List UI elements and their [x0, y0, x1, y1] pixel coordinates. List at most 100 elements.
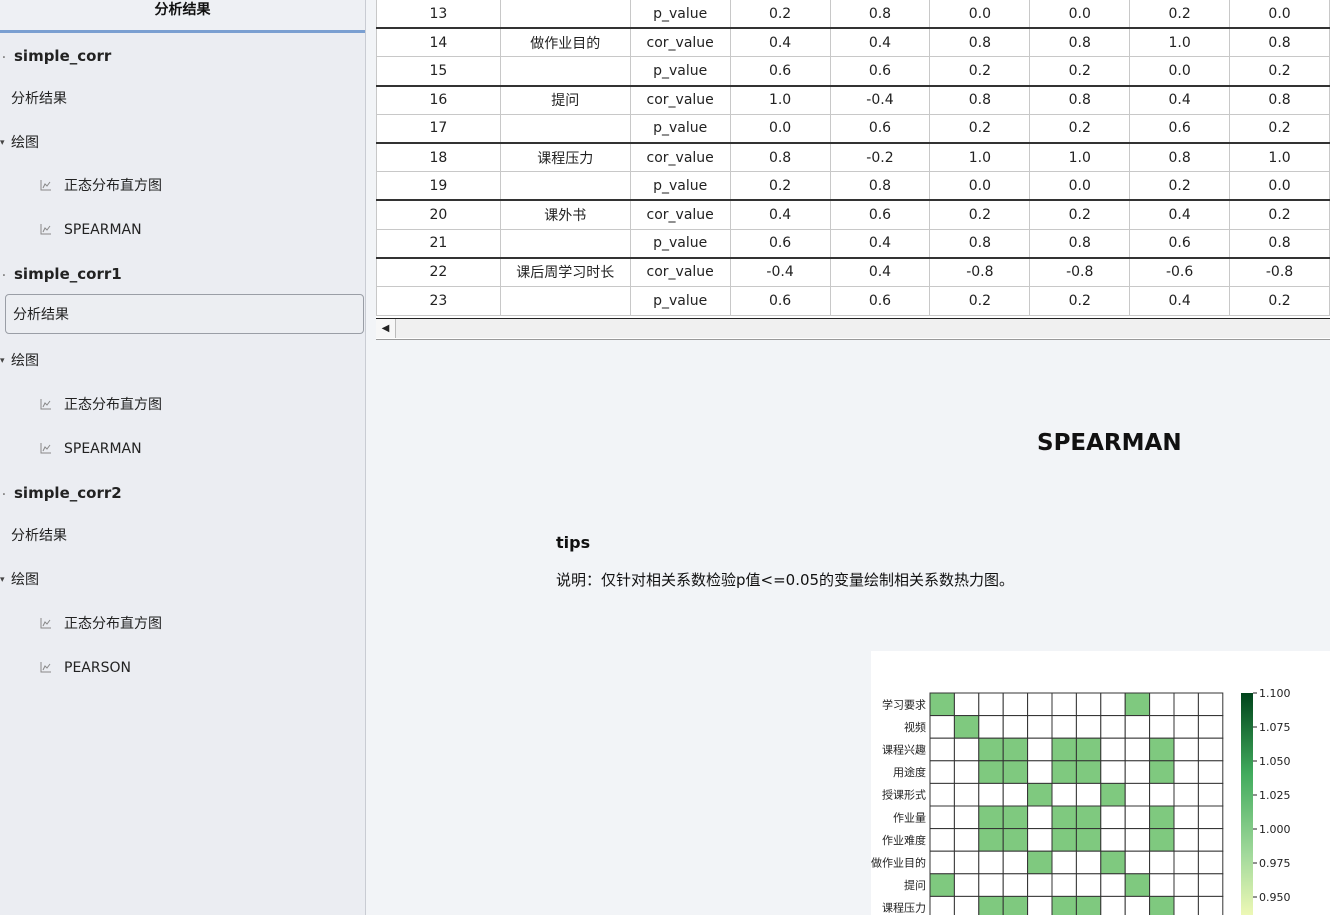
heatmap-cell — [1075, 805, 1102, 830]
table-cell: 0.2 — [1129, 0, 1231, 29]
table-cell: 1.0 — [729, 84, 831, 115]
table-cell: 0.4 — [1129, 84, 1231, 115]
heatmap-cell — [1002, 737, 1029, 762]
table-row[interactable]: 22 课后周学习时长 cor_value -0.4 0.4 -0.8 -0.8 -0.6 -0.… — [376, 256, 1330, 287]
table-cell: 0.4 — [829, 27, 931, 58]
heatmap-cell — [1124, 692, 1151, 717]
table-row[interactable]: 14 做作业目的 cor_value 0.4 0.4 0.8 0.8 1.0 0.8 — [376, 27, 1330, 58]
table-cell: 提问 — [499, 84, 631, 115]
table-row[interactable]: 19 p_value 0.2 0.8 0.0 0.0 0.2 0.0 — [376, 171, 1330, 201]
tree-group-simple_corr[interactable]: . simple_corr — [0, 40, 366, 72]
table-row[interactable]: 18 课程压力 cor_value 0.8 -0.2 1.0 1.0 0.8 1.0 — [376, 141, 1330, 173]
heatmap-cell — [1075, 828, 1102, 852]
table-cell: 0.2 — [729, 171, 831, 201]
tree-group-simple_corr1[interactable]: . simple_corr1 — [0, 258, 366, 290]
heatmap-cell — [1027, 850, 1053, 875]
colorbar-tick-label: 1.075 — [1259, 721, 1291, 734]
tree-item-result-label: 分析结果 — [13, 307, 69, 323]
table-cell: 0.2 — [729, 0, 831, 29]
heatmap-cell — [929, 828, 955, 852]
tree-item-draw[interactable]: ▾ 绘图 — [0, 345, 366, 377]
heatmap-cell — [1100, 805, 1126, 830]
colorbar-tick-label: 0.950 — [1259, 891, 1291, 904]
tree-item-plot[interactable]: SPEARMAN — [0, 214, 366, 246]
tree-item-plot[interactable]: 正态分布直方图 — [0, 608, 366, 640]
table-row[interactable]: 23 p_value 0.6 0.6 0.2 0.2 0.4 0.2 — [376, 285, 1330, 316]
table-cell — [499, 56, 631, 87]
heatmap-cell — [1149, 895, 1175, 915]
heatmap-cell — [929, 782, 955, 807]
table-cell: cor_value — [629, 199, 731, 230]
tree-group-simple_corr2[interactable]: . simple_corr2 — [0, 477, 366, 509]
plot-title: SPEARMAN — [1037, 430, 1182, 456]
chevron-down-icon[interactable]: ▾ — [0, 564, 5, 596]
table-cell: 0.4 — [829, 256, 931, 287]
chevron-down-icon[interactable]: ▾ — [0, 345, 5, 377]
table-cell: p_value — [629, 113, 731, 144]
tree-item-plot-label: SPEARMAN — [64, 441, 142, 457]
heatmap-cell — [1002, 873, 1029, 897]
heatmap-cell — [1100, 737, 1126, 762]
tree-item-plot[interactable]: PEARSON — [0, 652, 366, 684]
heatmap-y-label: 课程压力 — [882, 902, 926, 915]
heatmap-cell — [1124, 850, 1151, 875]
table-row[interactable]: 17 p_value 0.0 0.6 0.2 0.2 0.6 0.2 — [376, 113, 1330, 144]
table-row[interactable]: 13 p_value 0.2 0.8 0.0 0.0 0.2 0.0 — [376, 0, 1330, 29]
correlation-table: 13 p_value 0.2 0.8 0.0 0.0 0.2 0.0 14 做作业目的 cor_va… — [376, 0, 1330, 316]
tree-item-plot[interactable]: SPEARMAN — [0, 433, 366, 465]
tree-item-plot[interactable]: 正态分布直方图 — [0, 170, 366, 202]
heatmap-cell — [1149, 715, 1175, 739]
heatmap-cell — [1027, 895, 1053, 915]
heatmap-cell — [1051, 737, 1077, 762]
table-cell: 0.8 — [829, 0, 931, 29]
heatmap-cell — [1051, 805, 1077, 830]
correlation-table-panel: 13 p_value 0.2 0.8 0.0 0.0 0.2 0.0 14 做作业目的 cor_va… — [376, 0, 1330, 340]
table-cell: 1.0 — [929, 141, 1031, 173]
tree-item-draw[interactable]: ▾ 绘图 — [0, 127, 366, 159]
colorbar-tick-label: 1.000 — [1259, 823, 1291, 836]
table-cell: 0.8 — [1029, 84, 1131, 115]
table-cell: 0.8 — [729, 141, 831, 173]
table-cell: 0.4 — [729, 199, 831, 230]
table-cell: 15 — [376, 56, 501, 87]
heatmap-cell — [1124, 873, 1151, 897]
heatmap-cell — [1149, 805, 1175, 830]
table-cell: -0.6 — [1129, 256, 1231, 287]
heatmap-cell — [978, 895, 1004, 915]
heatmap-cell — [929, 737, 955, 762]
heatmap-cell — [1002, 715, 1029, 739]
heatmap-cell — [1149, 782, 1175, 807]
table-cell: 0.6 — [729, 56, 831, 87]
line-chart-icon — [40, 178, 64, 194]
table-cell: 0.0 — [929, 171, 1031, 201]
table-cell: 0.0 — [729, 113, 831, 144]
horizontal-scrollbar[interactable]: ◀ — [376, 318, 1330, 338]
chevron-down-icon[interactable]: ▾ — [0, 127, 5, 159]
heatmap-cell — [1100, 828, 1126, 852]
table-row[interactable]: 15 p_value 0.6 0.6 0.2 0.2 0.0 0.2 — [376, 56, 1330, 87]
table-cell: 0.2 — [1229, 285, 1330, 316]
tree-group-simple_corr-label: simple_corr — [14, 47, 112, 65]
table-cell: 18 — [376, 141, 501, 173]
tree-group-simple_corr2-label: simple_corr2 — [14, 484, 122, 502]
tips-description: 说明：仅针对相关系数检验p值<=0.05的变量绘制相关系数热力图。 — [556, 571, 1015, 589]
tree-item-result[interactable]: 分析结果 — [0, 83, 366, 115]
heatmap-cell — [1124, 737, 1151, 762]
colorbar-tick-label: 1.025 — [1259, 789, 1291, 802]
table-cell: 1.0 — [1029, 141, 1131, 173]
table-row[interactable]: 21 p_value 0.6 0.4 0.8 0.8 0.6 0.8 — [376, 228, 1330, 259]
table-row[interactable]: 20 课外书 cor_value 0.4 0.6 0.2 0.2 0.4 0.2 — [376, 199, 1330, 230]
heatmap-cell — [953, 737, 980, 762]
tree-item-draw[interactable]: ▾ 绘图 — [0, 564, 366, 596]
tree-bullet-icon: . — [2, 268, 6, 279]
table-cell: p_value — [629, 56, 731, 87]
scroll-left-arrow-icon[interactable]: ◀ — [376, 319, 396, 338]
tree-item-result[interactable]: 分析结果 — [5, 294, 364, 334]
table-row[interactable]: 16 提问 cor_value 1.0 -0.4 0.8 0.8 0.4 0.8 — [376, 84, 1330, 115]
tree-item-result-label: 分析结果 — [11, 91, 67, 107]
tree-item-result[interactable]: 分析结果 — [0, 520, 366, 552]
table-cell: p_value — [629, 285, 731, 316]
heatmap-cell — [1027, 737, 1053, 762]
heatmap-cell — [929, 805, 955, 830]
tree-item-plot[interactable]: 正态分布直方图 — [0, 389, 366, 421]
